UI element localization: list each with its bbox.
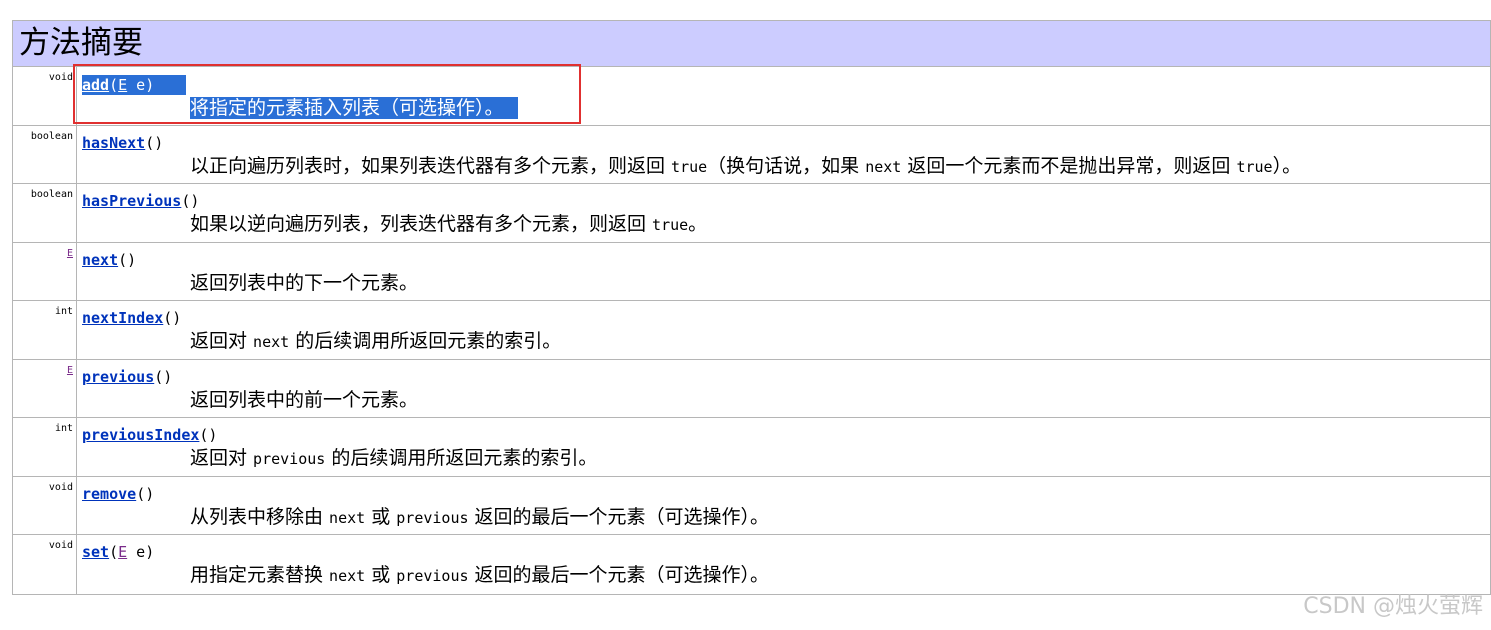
method-description: 返回列表中的下一个元素。 xyxy=(190,271,419,294)
method-row-nextIndex: int nextIndex() 返回对 next 的后续调用所返回元素的索引。 xyxy=(13,301,1490,360)
method-link-hasNext[interactable]: hasNext xyxy=(82,134,145,152)
method-signature: remove() xyxy=(82,484,155,503)
method-row-add: void add(E e) 将指定的元素插入列表（可选操作）。 xyxy=(13,67,1490,126)
method-row-hasPrevious: boolean hasPrevious() 如果以逆向遍历列表，列表迭代器有多个… xyxy=(13,184,1490,243)
method-signature: hasPrevious() xyxy=(82,192,200,210)
method-description: 将指定的元素插入列表（可选操作）。 xyxy=(190,97,518,119)
method-signature: add(E e) xyxy=(82,76,155,94)
method-link-hasPrevious[interactable]: hasPrevious xyxy=(82,192,181,210)
method-row-remove: void remove() 从列表中移除由 next 或 previous 返回… xyxy=(13,476,1490,535)
method-summary-table: 方法摘要 void add(E e) 将指定的元素插入列表（可选操作）。 boo… xyxy=(12,20,1491,595)
method-link-previousIndex[interactable]: previousIndex xyxy=(82,426,199,444)
method-link-remove[interactable]: remove xyxy=(82,485,136,503)
return-type: void xyxy=(13,535,77,594)
return-type: void xyxy=(13,67,77,125)
method-description: 返回对 previous 的后续调用所返回元素的索引。 xyxy=(190,447,598,469)
method-row-previous: E previous() 返回列表中的前一个元素。 xyxy=(13,359,1490,418)
method-signature: hasNext() xyxy=(82,133,164,152)
method-row-previousIndex: int previousIndex() 返回对 previous 的后续调用所返… xyxy=(13,418,1490,477)
method-signature: nextIndex() xyxy=(82,309,182,327)
method-row-set: void set(E e) 用指定元素替换 next 或 previous 返回… xyxy=(13,535,1490,594)
method-link-next[interactable]: next xyxy=(82,251,118,269)
param-type-link[interactable]: E xyxy=(118,543,127,561)
return-type: boolean xyxy=(13,125,77,183)
return-type: int xyxy=(13,301,77,359)
method-signature: previous() xyxy=(82,367,173,386)
method-row-hasNext: boolean hasNext() 以正向遍历列表时，如果列表迭代器有多个元素，… xyxy=(13,125,1490,184)
method-summary-header: 方法摘要 xyxy=(13,21,1490,67)
method-signature: previousIndex() xyxy=(82,426,218,444)
return-type: void xyxy=(13,476,77,534)
method-description: 从列表中移除由 next 或 previous 返回的最后一个元素（可选操作）。 xyxy=(190,505,770,528)
return-type[interactable]: E xyxy=(13,359,77,417)
method-link-set[interactable]: set xyxy=(82,543,109,561)
method-description: 如果以逆向遍历列表，列表迭代器有多个元素，则返回 true。 xyxy=(190,213,708,235)
method-link-nextIndex[interactable]: nextIndex xyxy=(82,309,163,327)
method-signature: set(E e) xyxy=(82,543,155,561)
method-signature: next() xyxy=(82,250,137,269)
method-description: 返回对 next 的后续调用所返回元素的索引。 xyxy=(190,330,562,352)
return-type: boolean xyxy=(13,184,77,242)
return-type[interactable]: E xyxy=(13,242,77,300)
param-type-link[interactable]: E xyxy=(118,76,127,94)
method-description: 返回列表中的前一个元素。 xyxy=(190,388,419,411)
return-type: int xyxy=(13,418,77,476)
watermark: CSDN @烛火萤辉 xyxy=(1303,594,1483,619)
method-row-next: E next() 返回列表中的下一个元素。 xyxy=(13,242,1490,301)
method-link-previous[interactable]: previous xyxy=(82,368,154,386)
method-description: 用指定元素替换 next 或 previous 返回的最后一个元素（可选操作）。 xyxy=(190,564,770,586)
method-link-add[interactable]: add xyxy=(82,76,109,94)
method-description: 以正向遍历列表时，如果列表迭代器有多个元素，则返回 true（换句话说，如果 n… xyxy=(190,154,1302,177)
